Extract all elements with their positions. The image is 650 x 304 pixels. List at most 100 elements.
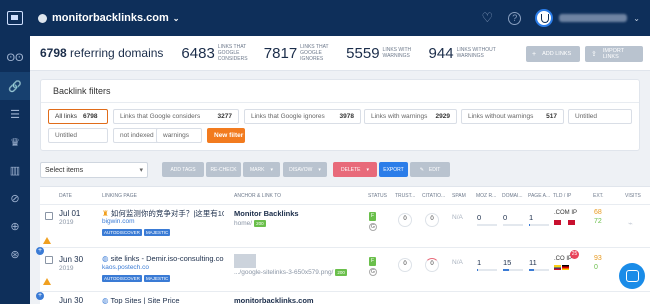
filter-chip-google-considers[interactable]: Links that Google considers 3277 xyxy=(113,109,239,124)
referring-domains-stat: 6798 referring domains xyxy=(40,46,163,60)
export-button[interactable]: EXPORT xyxy=(379,162,408,177)
col-header-status[interactable]: STATUS xyxy=(368,193,387,199)
backlinks-table: DATE LINKING PAGE ANCHOR & LINK TO STATU… xyxy=(40,186,650,304)
anchor-text: Monitor Backlinks xyxy=(234,209,299,218)
disavow-button[interactable]: DISAVOW ▾ xyxy=(283,162,327,177)
flag-germany-icon xyxy=(562,265,569,270)
linking-page-title[interactable]: ◍ Top Sites | Site Price xyxy=(102,296,180,304)
filter-label: Untitled xyxy=(575,113,598,120)
col-header-trust[interactable]: TRUST... xyxy=(395,193,415,199)
citation-flow-circle: 0 xyxy=(425,258,439,272)
binoculars-icon[interactable]: ʘʘ xyxy=(0,44,30,72)
filter-chip-all-links[interactable]: All links 6798 xyxy=(48,109,108,124)
col-header-tld[interactable]: TLD / IP xyxy=(553,193,571,199)
bar-chart-icon[interactable]: ▥ xyxy=(0,156,30,184)
add-links-button[interactable]: + ADD LINKS xyxy=(526,46,580,62)
col-header-anchor[interactable]: ANCHOR & LINK TO xyxy=(234,193,281,199)
col-header-date[interactable]: DATE xyxy=(59,193,72,199)
link-to[interactable]: home/200 xyxy=(234,220,266,227)
filter-chip-untitled-2[interactable]: Untitled xyxy=(48,128,108,143)
col-header-ext[interactable]: EXT. xyxy=(593,193,604,199)
avatar[interactable] xyxy=(535,9,554,27)
row-date: Jun 30 xyxy=(59,255,84,264)
domain-selector[interactable]: monitorbacklinks.com ⌄ xyxy=(38,12,179,24)
filter-chip-warnings[interactable]: warnings xyxy=(156,128,202,143)
filter-chip-with-warnings[interactable]: Links with warnings 2929 xyxy=(364,109,457,124)
help-icon[interactable]: ? xyxy=(508,11,522,25)
tag-autodiscover[interactable]: AUTODISCOVER xyxy=(102,229,142,236)
list-icon[interactable]: ☰ xyxy=(0,100,30,128)
trophy-icon[interactable]: ♛ xyxy=(0,128,30,156)
plus-circle-icon[interactable]: ⊕ xyxy=(0,212,30,240)
compass-icon[interactable]: ⊛ xyxy=(0,240,30,268)
link-icon[interactable]: 🔗 xyxy=(0,72,30,100)
mark-label: MARK xyxy=(250,166,265,173)
col-header-spam[interactable]: SPAM xyxy=(452,193,466,199)
tld-ip: .COM IP xyxy=(554,210,578,216)
col-header-citation[interactable]: CITATIO... xyxy=(422,193,445,199)
anchor-image-thumbnail xyxy=(234,254,256,268)
page-favicon-icon: ♜ xyxy=(102,209,109,218)
row-checkbox[interactable] xyxy=(45,212,53,220)
domain-authority: 0 xyxy=(503,213,508,222)
page-authority-bar-fill xyxy=(529,224,530,226)
filter-label: All links xyxy=(55,113,78,120)
col-header-moz[interactable]: MOZ R... xyxy=(476,193,496,199)
expand-row-icon[interactable]: + xyxy=(36,292,44,300)
mark-button[interactable]: MARK ▾ xyxy=(243,162,280,177)
linking-page-url[interactable]: kaos.postech.co xyxy=(102,264,149,271)
add-tags-button[interactable]: ADD TAGS xyxy=(162,162,204,177)
filter-chip-untitled[interactable]: Untitled xyxy=(568,109,632,124)
filter-label: Links with warnings xyxy=(371,113,428,120)
ban-icon[interactable]: ⊘ xyxy=(0,184,30,212)
link-to[interactable]: .../google-sitelinks-3-650x579.png/200 xyxy=(234,269,347,276)
domain-authority-bar-fill xyxy=(503,269,509,271)
stat-with-warnings[interactable]: 5559 LINKS WITH WARNINGS xyxy=(346,45,424,62)
backlink-filters-panel: Backlink filters All links 6798 Links th… xyxy=(40,79,640,151)
stat-label: LINKS THAT GOOGLE CONSIDERS xyxy=(217,44,248,62)
new-filter-button[interactable]: New filter xyxy=(207,128,245,143)
stat-without-warnings[interactable]: 944 LINKS WITHOUT WARNINGS xyxy=(429,45,499,62)
delete-button[interactable]: DELETE ▾ xyxy=(333,162,377,177)
filter-chip-google-ignores[interactable]: Links that Google ignores 3978 xyxy=(244,109,361,124)
external-links: 93 xyxy=(594,255,602,262)
row-checkbox[interactable] xyxy=(45,256,53,264)
user-menu-chevron-icon[interactable]: ⌄ xyxy=(633,14,640,23)
row-tags: AUTODISCOVER MAJESTIC xyxy=(102,226,172,236)
chat-bubble-icon[interactable] xyxy=(619,263,645,289)
linking-page-title-text: Top Sites | Site Price xyxy=(110,296,180,304)
row-date: Jun 30 xyxy=(59,296,84,304)
tag-majestic[interactable]: MAJESTIC xyxy=(143,275,171,282)
row-tags: AUTODISCOVER MAJESTIC xyxy=(102,272,172,282)
edit-button[interactable]: ✎ EDIT xyxy=(410,162,450,177)
user-name-blurred[interactable] xyxy=(559,14,628,22)
col-header-linking-page[interactable]: LINKING PAGE xyxy=(102,193,137,199)
import-links-button[interactable]: ⇪ IMPORT LINKS xyxy=(585,46,643,62)
tag-autodiscover[interactable]: AUTODISCOVER xyxy=(102,275,142,282)
stat-google-ignores[interactable]: 7817 LINKS THAT GOOGLE IGNORES xyxy=(264,44,342,62)
heart-icon[interactable]: ♡ xyxy=(480,11,494,25)
expand-row-icon[interactable]: + xyxy=(36,247,44,255)
col-header-page[interactable]: PAGE A... xyxy=(528,193,550,199)
citation-flow-circle: 0 xyxy=(425,213,439,227)
referring-label: referring domains xyxy=(70,46,164,60)
tag-majestic[interactable]: MAJESTIC xyxy=(143,229,171,236)
recheck-button[interactable]: RE-CHECK xyxy=(206,162,241,177)
spam-score: N/A xyxy=(452,259,463,266)
follow-status-badge: F xyxy=(369,257,376,266)
col-header-visits[interactable]: VISITS xyxy=(625,193,641,199)
add-links-label: ADD LINKS xyxy=(542,51,572,57)
import-links-label: IMPORT LINKS xyxy=(602,48,625,60)
app-logo-icon[interactable] xyxy=(0,0,30,36)
chevron-down-icon: ⌄ xyxy=(172,13,180,23)
col-header-domain[interactable]: DOMAI... xyxy=(502,193,523,199)
row-year: 2019 xyxy=(59,265,74,272)
filter-chip-without-warnings[interactable]: Links without warnings 517 xyxy=(461,109,564,124)
filter-label: Links without warnings xyxy=(468,113,534,120)
divider xyxy=(40,291,650,292)
select-items-dropdown[interactable]: Select items ▾ xyxy=(40,162,148,178)
linking-page-url[interactable]: bigwin.com xyxy=(102,218,135,225)
stat-google-considers[interactable]: 6483 LINKS THAT GOOGLE CONSIDERS xyxy=(181,44,259,62)
link-to-url: home/ xyxy=(234,220,253,227)
linking-page-title[interactable]: ◍ site links - Demir.iso-consulting.co xyxy=(102,254,227,263)
